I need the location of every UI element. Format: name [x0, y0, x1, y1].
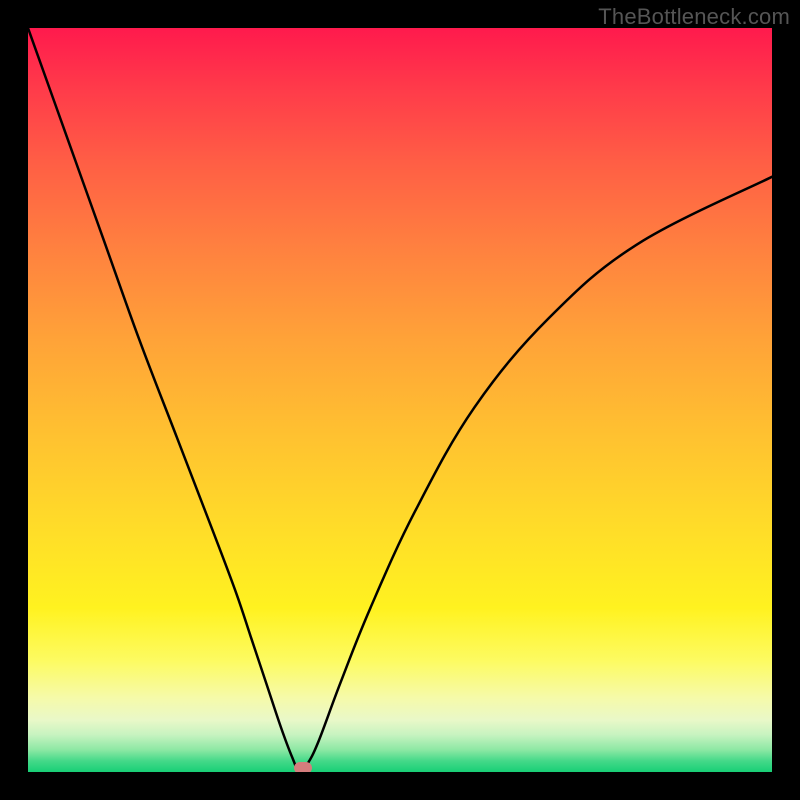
optimum-marker [294, 762, 312, 772]
chart-frame: TheBottleneck.com [0, 0, 800, 800]
watermark-text: TheBottleneck.com [598, 4, 790, 30]
plot-area [28, 28, 772, 772]
bottleneck-curve [28, 28, 772, 772]
